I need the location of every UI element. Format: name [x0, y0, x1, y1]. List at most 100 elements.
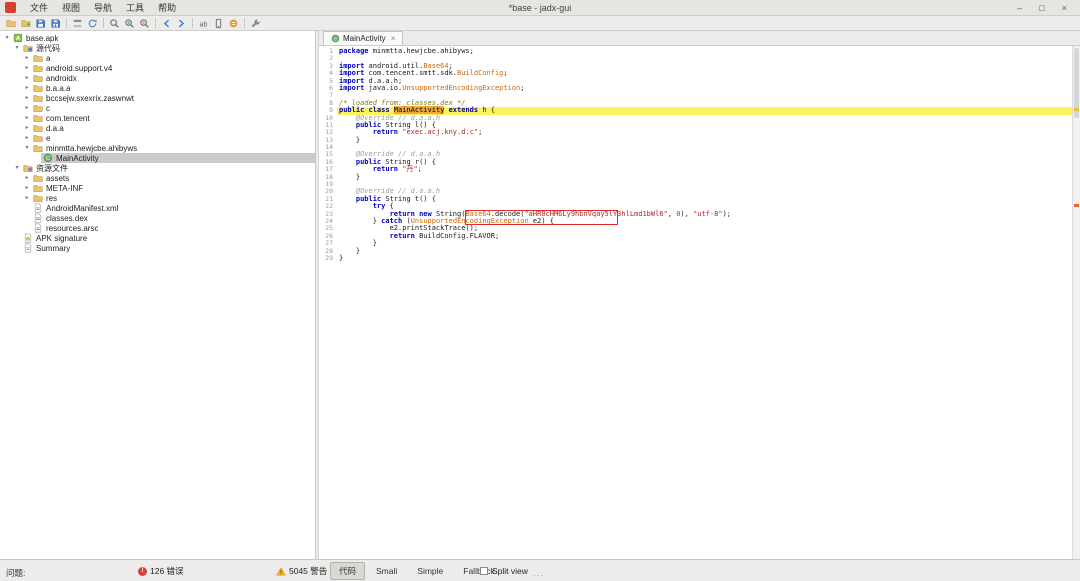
toolbar-separator [192, 18, 193, 28]
minimize-button[interactable]: – [1017, 1, 1022, 15]
menu-工具[interactable]: 工具 [119, 0, 151, 15]
tree-item-AndroidManifest.xml[interactable]: AndroidManifest.xml [0, 203, 315, 213]
code-line[interactable]: 16 public String r() { [319, 158, 1072, 166]
warnings-count: 5045 警告 [289, 566, 328, 576]
menu-文件[interactable]: 文件 [23, 0, 55, 15]
tree-item-a[interactable]: ▸ a [0, 53, 315, 63]
expand-icon[interactable]: ▸ [23, 93, 31, 103]
reload-button[interactable] [85, 16, 100, 30]
warnings-indicator[interactable]: 5045 警告 [276, 565, 327, 577]
code-line[interactable]: 29} [319, 254, 1072, 262]
expand-icon[interactable]: ▸ [23, 53, 31, 63]
tree-item-b.a.a.a[interactable]: ▸ b.a.a.a [0, 83, 315, 93]
log-viewer-icon [228, 18, 239, 29]
code-line[interactable]: 6 import java.io.UnsupportedEncodingExcep… [319, 83, 1072, 92]
tree-item-label: b.a.a.a [46, 83, 71, 93]
code-line[interactable]: 18 } [319, 173, 1072, 181]
export-icon [50, 18, 61, 29]
expand-icon[interactable]: ▸ [23, 83, 31, 93]
code-line[interactable]: 1 package minmtta.hewjcbe.ahibyws; [319, 47, 1072, 55]
expand-icon[interactable]: ▸ [23, 123, 31, 133]
maximize-button[interactable]: □ [1039, 1, 1044, 15]
code-line[interactable]: 17 return "丹"; [319, 165, 1072, 173]
open-file-button[interactable] [3, 16, 18, 30]
tree-item-c[interactable]: ▸ c [0, 103, 315, 113]
tree-item-androidx[interactable]: ▸ androidx [0, 73, 315, 83]
editor-tabbar: C MainActivity × [319, 31, 1080, 46]
code-token: } [339, 135, 361, 144]
add-files-button[interactable] [18, 16, 33, 30]
tree-item-assets[interactable]: ▸ assets [0, 173, 315, 183]
tab-close-icon[interactable]: × [391, 34, 396, 43]
bottom-tab-Simple[interactable]: Simple [408, 563, 452, 579]
device-button[interactable] [211, 16, 226, 30]
code-text: } [337, 254, 1072, 262]
code-line[interactable]: 4 import com.tencent.smtt.sdk.BuildConfig… [319, 69, 1072, 77]
tree-item-META-INF[interactable]: ▸ META-INF [0, 183, 315, 193]
menu-导航[interactable]: 导航 [87, 0, 119, 15]
tree-item-content: classes.dex [31, 213, 315, 223]
tab-mainactivity[interactable]: C MainActivity × [323, 31, 404, 45]
code-token: UnsupportedEncodingException [402, 83, 521, 92]
settings-button[interactable] [248, 16, 263, 30]
collapse-icon[interactable]: ▾ [3, 33, 11, 43]
forward-button[interactable] [174, 16, 189, 30]
deobfuscation-button[interactable]: ab [196, 16, 211, 30]
bottom-tab-Smali[interactable]: Smali [367, 563, 406, 579]
tree-item-com.tencent[interactable]: ▸ com.tencent [0, 113, 315, 123]
tree-item-android.support.v4[interactable]: ▸ android.support.v4 [0, 63, 315, 73]
code-line[interactable]: 12 return "exec.acj.kny.d.c"; [319, 128, 1072, 136]
collapse-icon[interactable]: ▾ [23, 143, 31, 153]
expand-icon[interactable]: ▸ [23, 183, 31, 193]
comment-search-button[interactable] [137, 16, 152, 30]
expand-icon[interactable]: ▸ [23, 103, 31, 113]
bottom-tab-代码[interactable]: 代码 [330, 562, 366, 580]
close-button[interactable]: × [1062, 1, 1067, 15]
tree-item-res[interactable]: ▸ res [0, 193, 315, 203]
package-icon [33, 83, 43, 93]
code-line[interactable]: 27 } [319, 239, 1072, 247]
back-button[interactable] [159, 16, 174, 30]
tree-item-Summary[interactable]: Summary [0, 243, 315, 253]
tree-item-content: resources.arsc [31, 223, 315, 233]
expand-icon[interactable]: ▸ [23, 63, 31, 73]
editor-scrollbar[interactable] [1072, 46, 1080, 559]
code-line[interactable]: 13 } [319, 135, 1072, 144]
tree-item-classes.dex[interactable]: classes.dex [0, 213, 315, 223]
tree-item-content: c [31, 103, 315, 113]
expand-icon[interactable]: ▸ [23, 173, 31, 183]
errors-indicator[interactable]: ! 126 错误 [138, 565, 184, 577]
flatten-packages-button[interactable] [70, 16, 85, 30]
expand-icon[interactable]: ▸ [23, 193, 31, 203]
tree-item-bccsejw.sxexrix.zaswnwt[interactable]: ▸ bccsejw.sxexrix.zaswnwt [0, 93, 315, 103]
tree-item-content: APK signature [21, 233, 315, 243]
collapse-icon[interactable]: ▾ [13, 163, 21, 173]
tree-item-e[interactable]: ▸ e [0, 133, 315, 143]
save-all-button[interactable] [33, 16, 48, 30]
tree-item-content: Summary [21, 243, 315, 253]
code-line[interactable]: 28 } [319, 247, 1072, 255]
tree-item-label: Summary [36, 243, 71, 253]
split-view-toggle[interactable]: Split view [480, 566, 528, 576]
collapse-icon[interactable]: ▾ [13, 43, 21, 53]
tree-item-源代码[interactable]: ▾ 源代码 [0, 43, 315, 53]
tree-item-MainActivity[interactable]: C MainActivity [0, 153, 315, 163]
tree-item-resources.arsc[interactable]: resources.arsc [0, 223, 315, 233]
menu-视图[interactable]: 视图 [55, 0, 87, 15]
class-search-button[interactable] [122, 16, 137, 30]
menu-帮助[interactable]: 帮助 [151, 0, 183, 15]
tree-item-APK signature[interactable]: APK signature [0, 233, 315, 243]
code-line[interactable]: 26 return BuildConfig.FLAVOR; [319, 232, 1072, 240]
tree-item-base.apk[interactable]: ▾ Abase.apk [0, 33, 315, 43]
text-search-button[interactable] [107, 16, 122, 30]
export-button[interactable] [48, 16, 63, 30]
tree-item-minmtta.hewjcbe.ahibyws[interactable]: ▾ minmtta.hewjcbe.ahibyws [0, 143, 315, 153]
tree-item-d.a.a[interactable]: ▸ d.a.a [0, 123, 315, 133]
expand-icon[interactable]: ▸ [23, 113, 31, 123]
code-line[interactable]: 21 public String t() { [319, 195, 1072, 203]
tree-item-资源文件[interactable]: ▾ 资源文件 [0, 163, 315, 173]
expand-icon[interactable]: ▸ [23, 133, 31, 143]
log-viewer-button[interactable] [226, 16, 241, 30]
text-search-icon [109, 18, 120, 29]
expand-icon[interactable]: ▸ [23, 73, 31, 83]
